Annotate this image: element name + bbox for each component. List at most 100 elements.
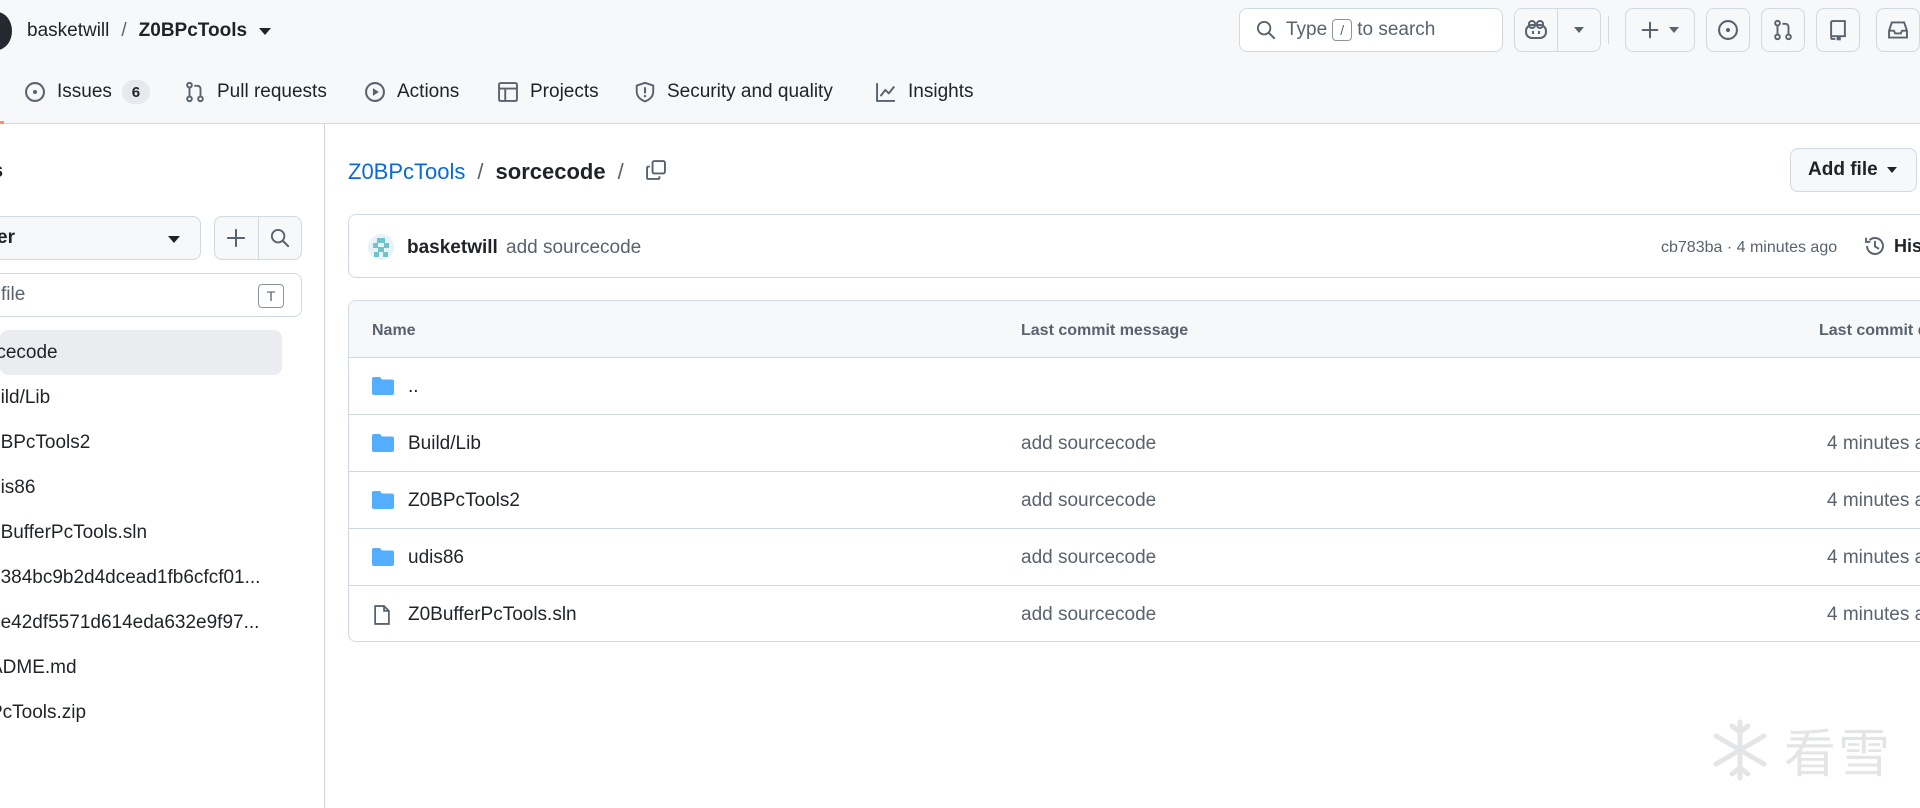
commit-author[interactable]: basketwill bbox=[407, 237, 498, 259]
commit-message[interactable]: add sourcecode bbox=[506, 237, 641, 259]
add-file-button[interactable]: Add file bbox=[1790, 148, 1917, 192]
commit-sha-and-time[interactable]: cb783ba · 4 minutes ago bbox=[1661, 239, 1837, 257]
chevron-down-icon bbox=[1573, 27, 1584, 33]
tab-projects-label: Projects bbox=[530, 81, 599, 102]
copy-path-button[interactable] bbox=[640, 154, 672, 186]
issues-count-badge: 6 bbox=[121, 80, 150, 104]
go-to-file-shortcut-key: T bbox=[258, 284, 284, 308]
repo-header: basketwill / Z0BPcTools Type / to search bbox=[0, 0, 1920, 124]
owner-avatar[interactable] bbox=[0, 12, 12, 50]
tab-issues-label: Issues bbox=[57, 81, 112, 102]
table-row[interactable]: Build/Lib add sourcecode 4 minutes ago bbox=[349, 415, 1920, 472]
file-icon bbox=[371, 604, 393, 626]
tree-item-hash-2[interactable]: 6e42df5571d614eda632e9f97... bbox=[0, 600, 324, 645]
tree-item-z0bpctools2[interactable]: 0BPcTools2 bbox=[0, 420, 324, 465]
snowflake-icon bbox=[1708, 718, 1772, 782]
column-last-commit-date: Last commit date bbox=[1819, 322, 1920, 339]
branch-selector[interactable]: er bbox=[0, 216, 201, 260]
file-commit-message[interactable]: add sourcecode bbox=[1021, 547, 1156, 569]
copilot-menu-button[interactable] bbox=[1558, 9, 1601, 51]
watermark: 看雪 bbox=[1708, 712, 1892, 787]
repo-nav-tabs: Issues 6 Pull requests Actions Projects bbox=[0, 74, 1920, 110]
repo-menu-chevron-down-icon[interactable] bbox=[259, 27, 272, 35]
file-commit-message[interactable]: add sourcecode bbox=[1021, 433, 1156, 455]
folder-icon bbox=[371, 376, 395, 396]
copilot-button[interactable] bbox=[1515, 9, 1557, 51]
play-icon bbox=[364, 81, 386, 103]
file-name[interactable]: udis86 bbox=[408, 547, 464, 569]
file-table-header: Name Last commit message Last commit dat… bbox=[349, 301, 1920, 358]
add-file-sidebar-button[interactable] bbox=[215, 217, 258, 259]
tab-security[interactable]: Security and quality bbox=[634, 74, 833, 110]
file-name[interactable]: .. bbox=[408, 376, 419, 398]
go-to-file-input[interactable]: file T bbox=[0, 273, 302, 317]
breadcrumb-current: sorcecode bbox=[495, 159, 606, 184]
tree-item-readme[interactable]: ADME.md bbox=[0, 645, 324, 690]
tab-issues[interactable]: Issues 6 bbox=[24, 74, 150, 110]
breadcrumb: Z0BPcTools / sorcecode / bbox=[348, 157, 636, 187]
tab-pull-requests-label: Pull requests bbox=[217, 81, 327, 102]
go-to-file-placeholder: file bbox=[1, 284, 26, 305]
tab-pull-requests[interactable]: Pull requests bbox=[184, 74, 327, 110]
owner-link[interactable]: basketwill bbox=[27, 20, 109, 42]
tab-insights[interactable]: Insights bbox=[875, 74, 973, 110]
issues-button[interactable] bbox=[1706, 8, 1750, 52]
table-row[interactable]: Z0BufferPcTools.sln add sourcecode 4 min… bbox=[349, 586, 1920, 641]
notifications-button[interactable] bbox=[1876, 8, 1920, 52]
inbox-icon bbox=[1887, 19, 1909, 41]
tree-item-zip[interactable]: PcTools.zip bbox=[0, 690, 324, 735]
copy-icon bbox=[645, 159, 667, 181]
file-commit-date: 4 minutes ago bbox=[1827, 490, 1920, 511]
tab-actions-label: Actions bbox=[397, 81, 460, 102]
repositories-button[interactable] bbox=[1816, 8, 1860, 52]
search-prefix-text: Type bbox=[1286, 19, 1328, 40]
file-name[interactable]: Z0BPcTools2 bbox=[408, 490, 520, 512]
graph-icon bbox=[875, 81, 897, 103]
file-commit-date: 4 minutes ago bbox=[1827, 547, 1920, 568]
tab-actions[interactable]: Actions bbox=[364, 74, 459, 110]
file-commit-date: 4 minutes ago bbox=[1827, 433, 1920, 454]
column-last-commit-message: Last commit message bbox=[1021, 322, 1189, 339]
tab-projects[interactable]: Projects bbox=[497, 74, 599, 110]
file-name[interactable]: Z0BufferPcTools.sln bbox=[408, 604, 577, 626]
tree-item-build-lib[interactable]: uild/Lib bbox=[0, 375, 324, 420]
search-icon bbox=[1256, 20, 1276, 40]
folder-icon bbox=[371, 547, 395, 567]
file-commit-date: 4 minutes ago bbox=[1827, 604, 1920, 625]
table-icon bbox=[497, 81, 519, 103]
history-label: History bbox=[1894, 235, 1920, 256]
file-name[interactable]: Build/Lib bbox=[408, 433, 481, 455]
file-commit-message[interactable]: add sourcecode bbox=[1021, 490, 1156, 512]
history-button[interactable]: History bbox=[1864, 235, 1920, 257]
file-commit-message[interactable]: add sourcecode bbox=[1021, 604, 1156, 626]
chevron-down-icon bbox=[1669, 27, 1679, 33]
pull-requests-button[interactable] bbox=[1761, 8, 1805, 52]
tree-item-label: 0BPcTools2 bbox=[0, 431, 91, 453]
table-row[interactable]: udis86 add sourcecode 4 minutes ago bbox=[349, 529, 1920, 586]
breadcrumb-repo-link[interactable]: Z0BPcTools bbox=[348, 159, 465, 185]
search-code-button[interactable] bbox=[258, 217, 301, 259]
commit-author-avatar[interactable] bbox=[368, 234, 394, 260]
tree-item-udis86[interactable]: dis86 bbox=[0, 465, 324, 510]
tree-item-sorcecode[interactable]: rcecode bbox=[0, 330, 282, 375]
plus-icon bbox=[226, 228, 246, 248]
table-row-parent[interactable]: .. bbox=[349, 358, 1920, 415]
file-tree: rcecode uild/Lib 0BPcTools2 dis86 0Buffe… bbox=[0, 330, 324, 735]
tree-item-label: uild/Lib bbox=[0, 386, 51, 408]
sidebar-actions bbox=[214, 216, 302, 260]
breadcrumb-separator: / bbox=[617, 159, 624, 184]
table-row[interactable]: Z0BPcTools2 add sourcecode 4 minutes ago bbox=[349, 472, 1920, 529]
tree-item-label: dis86 bbox=[0, 476, 36, 498]
create-new-button[interactable] bbox=[1625, 8, 1695, 52]
branch-name: er bbox=[0, 227, 15, 248]
copilot-button-group bbox=[1514, 8, 1601, 52]
tree-item-label: 0BufferPcTools.sln bbox=[0, 521, 148, 543]
tree-item-hash-1[interactable]: b384bc9b2d4dcead1fb6cfcf01... bbox=[0, 555, 324, 600]
folder-icon bbox=[371, 490, 395, 510]
shield-icon bbox=[634, 81, 656, 103]
repo-link[interactable]: Z0BPcTools bbox=[139, 20, 247, 42]
repo-icon bbox=[1827, 19, 1849, 41]
search-input[interactable]: Type / to search bbox=[1239, 8, 1503, 52]
git-pull-request-icon bbox=[1772, 19, 1794, 41]
tree-item-sln[interactable]: 0BufferPcTools.sln bbox=[0, 510, 324, 555]
